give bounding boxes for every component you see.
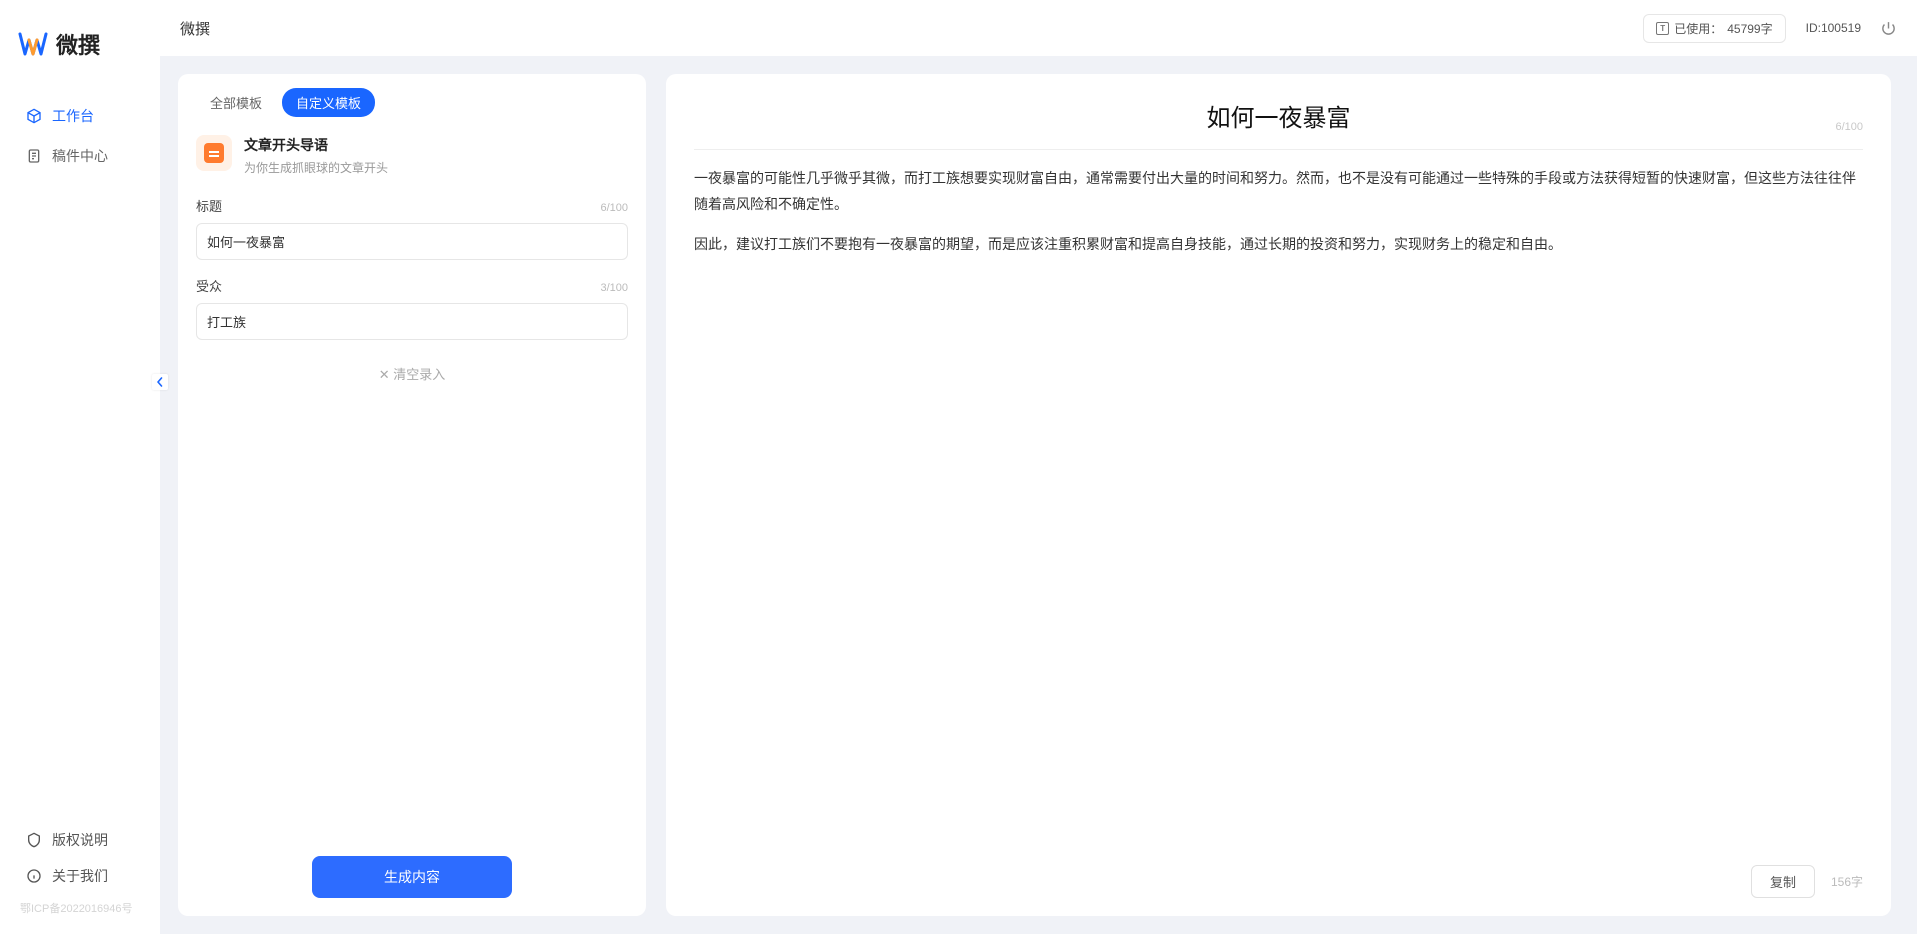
output-paragraph: 因此，建议打工族们不要抱有一夜暴富的期望，而是应该注重积累财富和提高自身技能，通… <box>694 232 1863 258</box>
field-label: 标题 <box>196 196 222 215</box>
info-icon <box>26 868 42 884</box>
output-footer: 复制 156字 <box>694 855 1863 898</box>
template-header: 文章开头导语 为你生成抓眼球的文章开头 <box>196 135 628 176</box>
template-icon <box>196 135 232 171</box>
user-id: ID:100519 <box>1806 21 1861 35</box>
field-label: 受众 <box>196 276 222 295</box>
topbar: 微撰 T 已使用： 45799字 ID:100519 <box>160 0 1917 56</box>
sidebar-nav: 工作台 稿件中心 <box>0 78 160 822</box>
sidebar-item-label: 工作台 <box>52 106 94 126</box>
sidebar: 微撰 工作台 稿件中心 版权说明 关于我们 鄂ICP备2022016946号 <box>0 0 160 934</box>
config-panel: 全部模板 自定义模板 文章开头导语 为你生成抓眼球的文章开头 标题 6/ <box>178 74 646 916</box>
usage-value: 45799字 <box>1727 20 1772 37</box>
power-icon <box>1880 20 1897 37</box>
audience-input[interactable] <box>196 303 628 340</box>
template-title: 文章开头导语 <box>244 135 388 155</box>
tab-custom-template[interactable]: 自定义模板 <box>282 88 375 117</box>
sidebar-collapse-handle[interactable] <box>152 374 168 390</box>
content-columns: 全部模板 自定义模板 文章开头导语 为你生成抓眼球的文章开头 标题 6/ <box>160 56 1917 934</box>
field-audience: 受众 3/100 <box>196 276 628 340</box>
sidebar-item-label: 关于我们 <box>52 866 108 886</box>
field-title: 标题 6/100 <box>196 196 628 260</box>
brand-logo: 微撰 <box>0 0 160 78</box>
title-input[interactable] <box>196 223 628 260</box>
field-counter: 6/100 <box>600 202 628 214</box>
sidebar-item-copyright[interactable]: 版权说明 <box>0 822 160 858</box>
sidebar-bottom: 版权说明 关于我们 鄂ICP备2022016946号 <box>0 822 160 934</box>
main-area: 微撰 T 已使用： 45799字 ID:100519 全部模板 自定义模板 <box>160 0 1917 934</box>
text-icon: T <box>1656 22 1669 35</box>
sidebar-item-drafts[interactable]: 稿件中心 <box>0 136 160 176</box>
sidebar-item-workspace[interactable]: 工作台 <box>0 96 160 136</box>
tab-all-templates[interactable]: 全部模板 <box>196 88 276 117</box>
output-title: 如何一夜暴富 <box>1207 98 1351 133</box>
page-title: 微撰 <box>180 18 210 39</box>
document-lines-icon <box>204 143 224 163</box>
copy-button[interactable]: 复制 <box>1751 865 1815 898</box>
output-title-counter: 6/100 <box>1835 121 1863 133</box>
divider <box>694 149 1863 150</box>
usage-badge[interactable]: T 已使用： 45799字 <box>1643 14 1785 43</box>
icp-text: 鄂ICP备2022016946号 <box>0 894 160 922</box>
clear-input-link[interactable]: ✕ 清空录入 <box>196 356 628 391</box>
brand-name: 微撰 <box>56 28 100 60</box>
usage-prefix: 已使用： <box>1674 20 1722 37</box>
chevron-left-icon <box>155 377 165 387</box>
output-paragraph: 一夜暴富的可能性几乎微乎其微，而打工族想要实现财富自由，通常需要付出大量的时间和… <box>694 166 1863 218</box>
logo-icon <box>18 30 48 58</box>
document-icon <box>26 148 42 164</box>
template-desc: 为你生成抓眼球的文章开头 <box>244 159 388 176</box>
shield-icon <box>26 832 42 848</box>
field-counter: 3/100 <box>600 282 628 294</box>
logout-button[interactable] <box>1879 19 1897 37</box>
word-count: 156字 <box>1831 873 1863 890</box>
sidebar-item-about[interactable]: 关于我们 <box>0 858 160 894</box>
sidebar-item-label: 版权说明 <box>52 830 108 850</box>
generate-button[interactable]: 生成内容 <box>312 856 512 898</box>
template-tabs: 全部模板 自定义模板 <box>196 88 628 117</box>
output-panel: 如何一夜暴富 6/100 一夜暴富的可能性几乎微乎其微，而打工族想要实现财富自由… <box>666 74 1891 916</box>
sidebar-item-label: 稿件中心 <box>52 146 108 166</box>
output-title-row: 如何一夜暴富 6/100 <box>694 98 1863 133</box>
output-body: 一夜暴富的可能性几乎微乎其微，而打工族想要实现财富自由，通常需要付出大量的时间和… <box>694 166 1863 855</box>
cube-icon <box>26 108 42 124</box>
